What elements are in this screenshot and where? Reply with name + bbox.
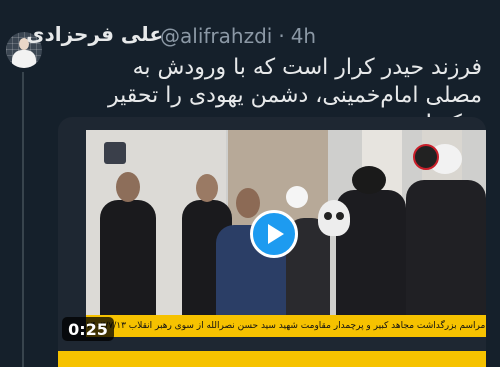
video-player[interactable] xyxy=(86,130,486,337)
broadcaster-logo-icon xyxy=(413,144,439,170)
video-figure-head xyxy=(286,186,308,208)
tweet-meta: @alifrahzdi · 4h xyxy=(160,24,316,48)
ticker-text: مراسم بزرگداشت مجاهد کبیر و پرچمدار مقاو… xyxy=(86,321,486,331)
video-figure-head xyxy=(196,174,218,202)
video-figure-head xyxy=(116,172,140,202)
video-figure-head xyxy=(236,188,260,218)
media-card[interactable]: مراسم بزرگداشت مجاهد کبیر و پرچمدار مقاو… xyxy=(58,117,486,367)
tweet-time[interactable]: 4h xyxy=(291,24,316,48)
media-bottom-strip xyxy=(58,351,486,367)
channel-logo-icon xyxy=(104,142,126,164)
author-handle[interactable]: @alifrahzdi xyxy=(160,24,272,48)
thread-line xyxy=(22,72,24,367)
play-icon[interactable] xyxy=(250,210,298,258)
video-figure xyxy=(406,180,486,337)
video-duration: 0:25 xyxy=(62,317,114,341)
meta-separator: · xyxy=(278,24,285,48)
news-ticker: مراسم بزرگداشت مجاهد کبیر و پرچمدار مقاو… xyxy=(86,315,486,337)
video-figure-head xyxy=(352,166,386,194)
avatar-shirt xyxy=(12,50,36,68)
skull-prop xyxy=(318,200,350,236)
author-name[interactable]: علی فرحزادی xyxy=(26,22,163,46)
